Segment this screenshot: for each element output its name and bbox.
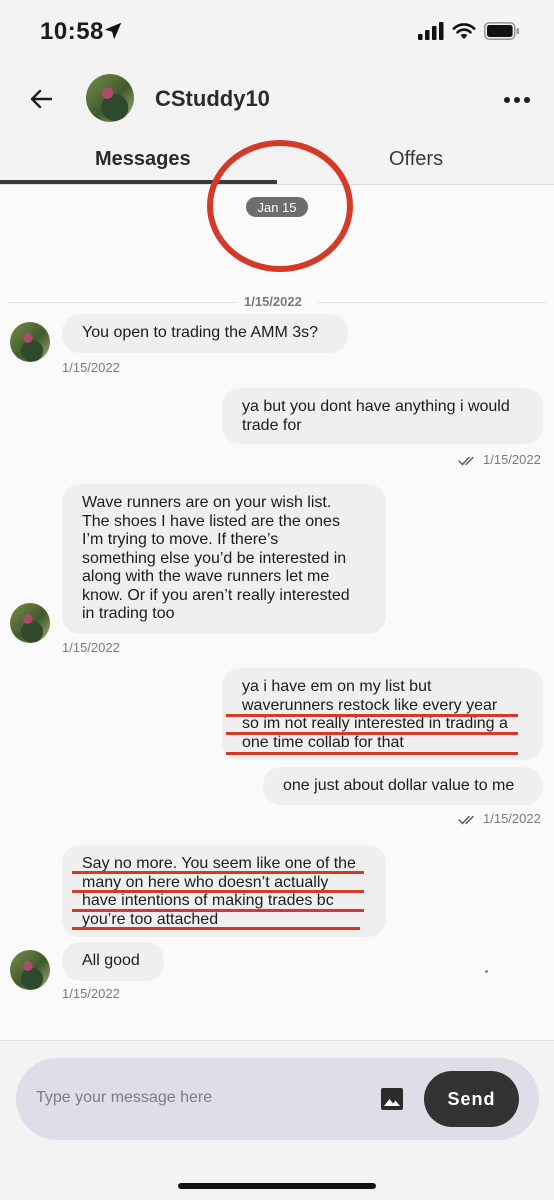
annotation-underline [72, 909, 364, 912]
message-timestamp: 1/15/2022 [62, 640, 120, 655]
message-bubble-incoming[interactable]: All good [62, 942, 164, 981]
date-separator: 1/15/2022 [0, 294, 554, 310]
separator-line [8, 302, 236, 303]
avatar[interactable] [86, 74, 134, 122]
annotation-underline [72, 927, 360, 930]
tab-messages[interactable]: Messages [95, 148, 191, 171]
message-composer: Send [16, 1058, 539, 1140]
speck [485, 970, 488, 973]
annotation-underline [226, 714, 518, 717]
separator-line [318, 302, 546, 303]
location-arrow-icon [104, 22, 122, 40]
username[interactable]: CStuddy10 [155, 86, 270, 112]
more-dot-icon [504, 97, 510, 103]
read-checkmark-icon [458, 815, 474, 825]
more-dot-icon [514, 97, 520, 103]
message-bubble-incoming[interactable]: Wave runners are on your wish list. The … [62, 484, 386, 634]
annotation-underline [72, 871, 364, 874]
status-icons [418, 22, 520, 40]
annotation-underline [226, 732, 518, 735]
message-bubble-incoming[interactable]: You open to trading the AMM 3s? [62, 314, 348, 353]
message-input[interactable] [36, 1086, 366, 1110]
battery-icon [484, 22, 519, 40]
home-indicator [178, 1183, 376, 1189]
more-options-button[interactable] [504, 90, 530, 110]
message-timestamp: 1/15/2022 [62, 360, 120, 375]
read-checkmark-icon [458, 456, 474, 466]
status-bar: 10:58 [0, 0, 554, 62]
back-button[interactable] [26, 84, 56, 114]
back-arrow-icon [30, 89, 52, 109]
image-attach-icon[interactable] [380, 1087, 404, 1111]
message-timestamp: 1/15/2022 [483, 452, 541, 467]
sender-avatar[interactable] [10, 950, 50, 990]
annotation-underline [72, 890, 364, 893]
message-timestamp: 1/15/2022 [483, 811, 541, 826]
separator-date: 1/15/2022 [244, 294, 302, 309]
message-timestamp: 1/15/2022 [62, 986, 120, 1001]
status-time: 10:58 [40, 18, 104, 45]
wifi-icon [452, 23, 476, 39]
more-dot-icon [524, 97, 530, 103]
signal-icon [418, 22, 444, 40]
tab-offers[interactable]: Offers [389, 148, 443, 171]
sender-avatar[interactable] [10, 603, 50, 643]
message-bubble-outgoing[interactable]: ya but you dont have anything i would tr… [222, 388, 543, 444]
send-button[interactable]: Send [424, 1071, 519, 1127]
sender-avatar[interactable] [10, 322, 50, 362]
annotation-underline [226, 752, 518, 755]
annotation-circle [207, 140, 353, 272]
message-bubble-outgoing[interactable]: one just about dollar value to me [263, 767, 543, 805]
